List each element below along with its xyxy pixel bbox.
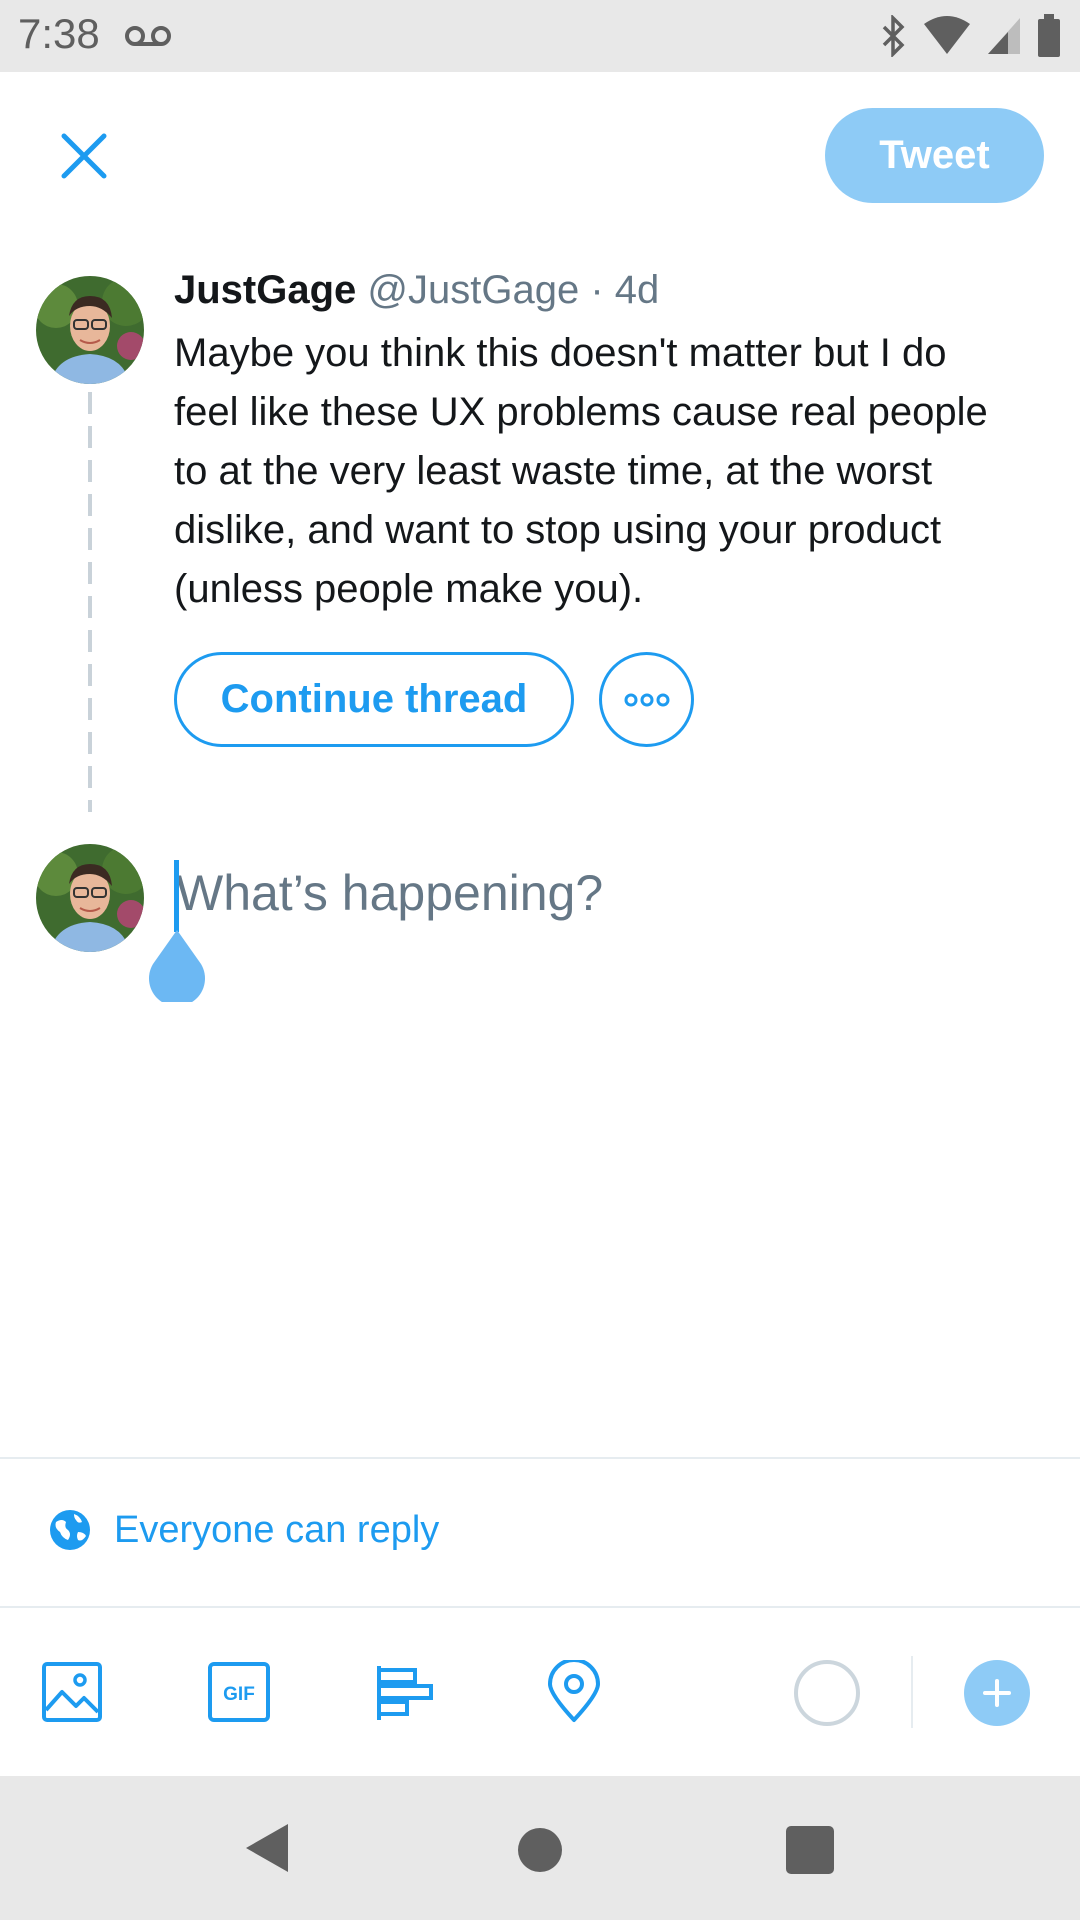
svg-text:GIF: GIF (223, 1684, 255, 1705)
wifi-icon (922, 16, 972, 61)
cell-signal-icon (986, 16, 1022, 61)
tweet-text: Maybe you think this doesn't matter but … (174, 331, 988, 611)
image-button[interactable] (40, 1660, 104, 1724)
location-icon (548, 1658, 600, 1722)
gif-button[interactable]: GIF (207, 1660, 271, 1724)
cursor-handle[interactable] (146, 930, 208, 1007)
toolbar-divider (911, 1656, 913, 1728)
gif-icon: GIF (208, 1662, 270, 1722)
poll-button[interactable] (374, 1660, 438, 1724)
tweet-author-handle: @JustGage (367, 268, 580, 312)
bluetooth-icon (878, 13, 908, 62)
status-icons (878, 13, 1062, 63)
reply-setting-label: Everyone can reply (114, 1508, 440, 1551)
tweet-age: 4d (614, 268, 660, 312)
thread-connector (88, 392, 92, 812)
character-counter (794, 1660, 860, 1726)
status-time: 7:38 (18, 10, 100, 57)
image-icon (42, 1662, 102, 1722)
system-nav-bar (0, 1776, 1080, 1920)
avatar[interactable] (36, 276, 144, 384)
status-bar: 7:38 (0, 0, 1080, 72)
location-button[interactable] (542, 1658, 606, 1724)
text-cursor (174, 860, 179, 932)
divider (0, 1606, 1080, 1608)
tweet-separator: · (579, 268, 615, 312)
compose-input[interactable]: What’s happening? (176, 864, 603, 922)
continue-thread-button[interactable]: Continue thread (174, 652, 574, 747)
reply-setting[interactable]: Everyone can reply (48, 1508, 439, 1552)
close-button[interactable] (58, 130, 110, 182)
tweet-author-name[interactable]: JustGage (174, 268, 356, 312)
tweet-header: JustGage @JustGage · 4d (174, 268, 659, 313)
poll-icon (377, 1666, 433, 1720)
more-horizontal-icon (624, 693, 669, 706)
close-icon (61, 133, 107, 179)
recent-apps-icon[interactable] (786, 1826, 834, 1874)
battery-icon (1036, 14, 1062, 63)
divider (0, 1457, 1080, 1459)
back-icon[interactable] (244, 1822, 290, 1879)
add-tweet-button[interactable] (964, 1660, 1030, 1726)
globe-icon (50, 1510, 90, 1550)
plus-icon (983, 1679, 1011, 1707)
more-options-button[interactable] (599, 652, 694, 747)
tweet-button[interactable]: Tweet (825, 108, 1044, 203)
voicemail-icon (124, 24, 172, 53)
home-icon[interactable] (518, 1828, 562, 1872)
composer-avatar[interactable] (36, 844, 144, 952)
